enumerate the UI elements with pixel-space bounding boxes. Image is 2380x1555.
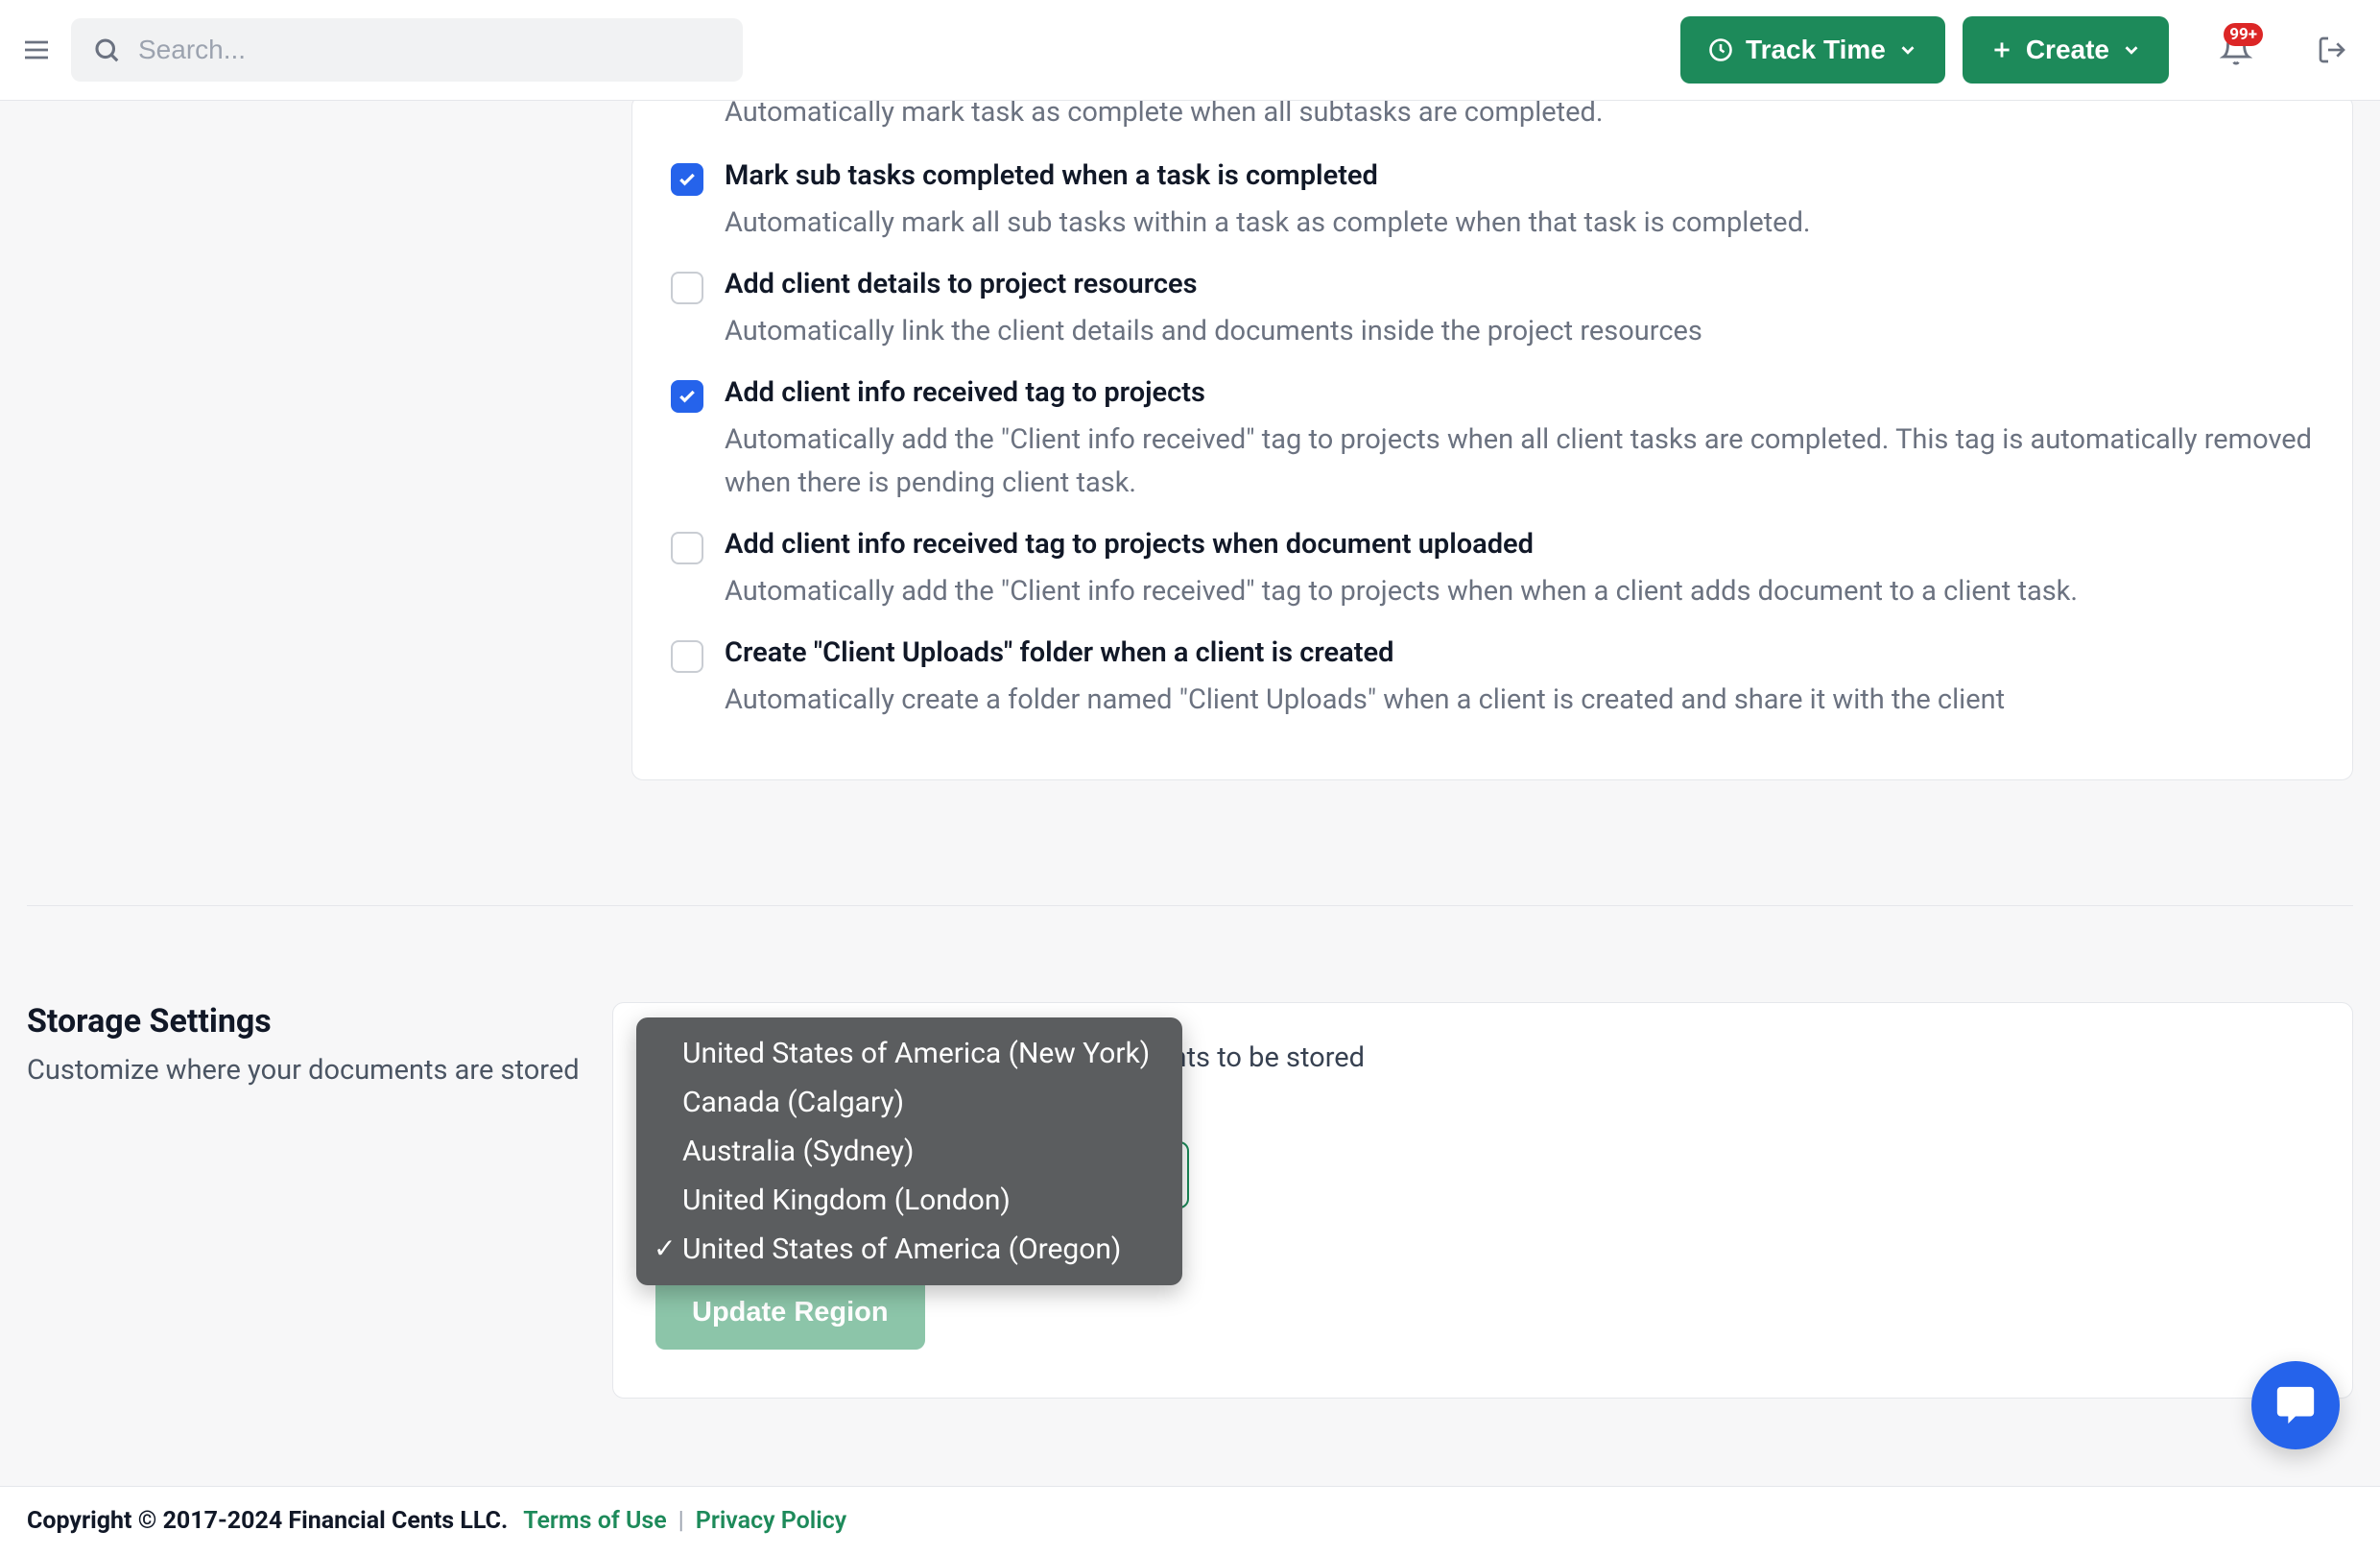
- setting-desc: Automatically link the client details an…: [725, 310, 1702, 353]
- chevron-down-icon: [1897, 39, 1918, 60]
- clock-icon: [1707, 36, 1734, 63]
- setting-checkbox[interactable]: [671, 380, 703, 413]
- storage-subtitle: Customize where your documents are store…: [27, 1054, 612, 1087]
- check-icon: [678, 387, 697, 406]
- chat-icon: [2273, 1383, 2318, 1427]
- footer: Copyright © 2017-2024 Financial Cents LL…: [0, 1486, 2380, 1555]
- setting-desc: Automatically create a folder named "Cli…: [725, 679, 2005, 722]
- setting-checkbox[interactable]: [671, 272, 703, 304]
- logout-icon: [2317, 35, 2347, 65]
- search-icon: [92, 36, 121, 64]
- storage-card: Choose where you would like any document…: [612, 1002, 2353, 1399]
- setting-checkbox[interactable]: [671, 163, 703, 196]
- create-button[interactable]: Create: [1963, 16, 2169, 84]
- footer-sep: |: [678, 1507, 684, 1535]
- track-time-label: Track Time: [1746, 35, 1886, 65]
- setting-title: Add client info received tag to projects: [725, 376, 2314, 409]
- section-divider: [27, 905, 2353, 906]
- truncated-prev-desc: Automatically mark task as complete when…: [725, 101, 2314, 129]
- hamburger-icon: [21, 35, 52, 65]
- setting-checkbox[interactable]: [671, 532, 703, 564]
- region-option[interactable]: Australia (Sydney): [636, 1127, 1182, 1176]
- footer-terms-link[interactable]: Terms of Use: [523, 1507, 666, 1535]
- setting-title: Mark sub tasks completed when a task is …: [725, 159, 1811, 192]
- setting-checkbox[interactable]: [671, 640, 703, 673]
- search-box[interactable]: [71, 18, 743, 82]
- search-input[interactable]: [138, 35, 722, 65]
- chevron-down-icon: [2121, 39, 2142, 60]
- check-icon: [678, 170, 697, 189]
- storage-title: Storage Settings: [27, 1002, 612, 1041]
- app-header: Track Time Create 99+: [0, 0, 2380, 101]
- setting-title: Add client info received tag to projects…: [725, 528, 2078, 561]
- region-option[interactable]: United Kingdom (London): [636, 1176, 1182, 1225]
- setting-desc: Automatically add the "Client info recei…: [725, 419, 2314, 505]
- plus-icon: [1989, 37, 2014, 62]
- footer-copyright: Copyright © 2017-2024 Financial Cents LL…: [27, 1507, 508, 1535]
- setting-row: Create "Client Uploads" folder when a cl…: [671, 613, 2314, 722]
- setting-desc: Automatically add the "Client info recei…: [725, 570, 2078, 613]
- automation-settings-card: Automatically mark task as complete when…: [631, 101, 2353, 780]
- setting-desc: Automatically mark all sub tasks within …: [725, 202, 1811, 245]
- footer-privacy-link[interactable]: Privacy Policy: [696, 1507, 846, 1535]
- setting-row: Mark sub tasks completed when a task is …: [671, 136, 2314, 245]
- storage-section: Storage Settings Customize where your do…: [27, 1002, 2353, 1399]
- region-dropdown[interactable]: United States of America (New York)Canad…: [636, 1017, 1182, 1285]
- region-option[interactable]: Canada (Calgary): [636, 1078, 1182, 1127]
- track-time-button[interactable]: Track Time: [1680, 16, 1945, 84]
- menu-button[interactable]: [19, 33, 54, 67]
- region-option[interactable]: United States of America (Oregon): [636, 1225, 1182, 1274]
- create-label: Create: [2026, 35, 2109, 65]
- setting-row: Add client info received tag to projects…: [671, 505, 2314, 613]
- setting-title: Create "Client Uploads" folder when a cl…: [725, 636, 2005, 669]
- update-region-button[interactable]: Update Region: [655, 1276, 925, 1350]
- setting-row: Add client details to project resources A…: [671, 245, 2314, 353]
- notifications-button[interactable]: 99+: [2207, 21, 2265, 79]
- logout-button[interactable]: [2303, 21, 2361, 79]
- notification-badge: 99+: [2224, 23, 2263, 46]
- region-option[interactable]: United States of America (New York): [636, 1029, 1182, 1078]
- chat-widget-button[interactable]: [2251, 1361, 2340, 1449]
- setting-row: Add client info received tag to projects…: [671, 353, 2314, 505]
- setting-title: Add client details to project resources: [725, 268, 1702, 300]
- main-content: Automatically mark task as complete when…: [0, 101, 2380, 1486]
